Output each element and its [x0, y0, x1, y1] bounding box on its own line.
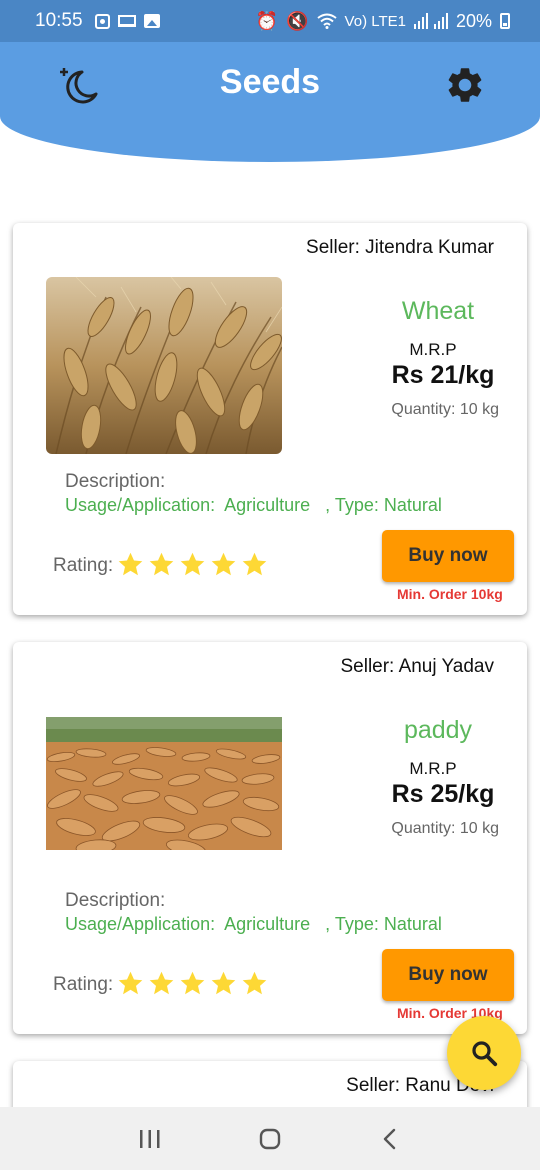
home-icon — [259, 1128, 281, 1149]
product-card: Seller: Jitendra Kumar Wheat M.R.P Rs 21… — [13, 223, 527, 615]
star-icon — [149, 971, 174, 995]
home-button[interactable] — [250, 1119, 290, 1159]
wifi-icon — [316, 13, 337, 29]
battery-icon — [500, 13, 510, 29]
recent-apps-button[interactable] — [130, 1119, 170, 1159]
min-order-label: Min. Order 10kg — [397, 586, 503, 602]
product-card: Seller: Anuj Yadav paddy M.R.P Rs 25/kg … — [13, 642, 527, 1034]
star-icon — [118, 552, 143, 576]
buy-now-button[interactable]: Buy now — [382, 949, 514, 1001]
product-price: Rs 21/kg — [391, 361, 495, 389]
star-icon — [242, 552, 267, 576]
buy-now-button[interactable]: Buy now — [382, 530, 514, 582]
gallery-icon — [143, 14, 160, 28]
star-icon — [180, 971, 205, 995]
search-fab[interactable] — [447, 1016, 521, 1090]
star-icon — [211, 971, 236, 995]
product-quantity: Quantity: 10 kg — [391, 820, 499, 837]
rating-stars — [117, 551, 268, 578]
search-icon — [472, 1041, 498, 1067]
notification-icon — [94, 13, 110, 29]
star-icon — [242, 971, 267, 995]
description-text: Usage/Application: Agriculture , Type: N… — [65, 914, 442, 934]
network-label: Vo) LTE1 — [344, 12, 406, 30]
back-button[interactable] — [370, 1119, 410, 1159]
back-icon — [383, 1128, 396, 1149]
rating-stars — [117, 970, 268, 997]
rating-label: Rating: — [53, 555, 114, 576]
seller-name: Seller: Anuj Yadav — [340, 656, 494, 677]
app-header: Seeds — [0, 42, 540, 162]
status-time: 10:55 — [35, 10, 83, 31]
paddy-image — [46, 717, 282, 850]
battery-percent: 20% — [455, 10, 492, 31]
mute-icon: 🔇 — [286, 10, 309, 31]
seller-name: Seller: Jitendra Kumar — [306, 237, 494, 258]
mrp-label: M.R.P — [409, 759, 457, 778]
star-icon — [118, 971, 143, 995]
product-quantity: Quantity: 10 kg — [391, 401, 499, 418]
description-text: Usage/Application: Agriculture , Type: N… — [65, 495, 442, 515]
star-icon — [180, 552, 205, 576]
description-label: Description: — [65, 471, 166, 492]
recent-apps-icon — [140, 1129, 160, 1148]
system-navbar — [0, 1107, 540, 1170]
product-name: paddy — [403, 716, 473, 744]
status-bar: 10:55 ⏰ 🔇 Vo) LTE1 20% — [0, 0, 540, 42]
gear-icon[interactable] — [444, 64, 486, 106]
alarm-icon: ⏰ — [255, 10, 279, 31]
wheat-image — [46, 277, 282, 454]
mrp-label: M.R.P — [409, 340, 457, 359]
laptop-icon — [117, 15, 136, 27]
description-label: Description: — [65, 890, 166, 911]
product-name: Wheat — [401, 297, 475, 325]
status-indicators: ⏰ 🔇 Vo) LTE1 20% — [256, 11, 510, 32]
product-price: Rs 25/kg — [391, 780, 495, 808]
star-icon — [211, 552, 236, 576]
signal-icon — [413, 13, 448, 29]
star-icon — [149, 552, 174, 576]
rating-label: Rating: — [53, 974, 114, 995]
